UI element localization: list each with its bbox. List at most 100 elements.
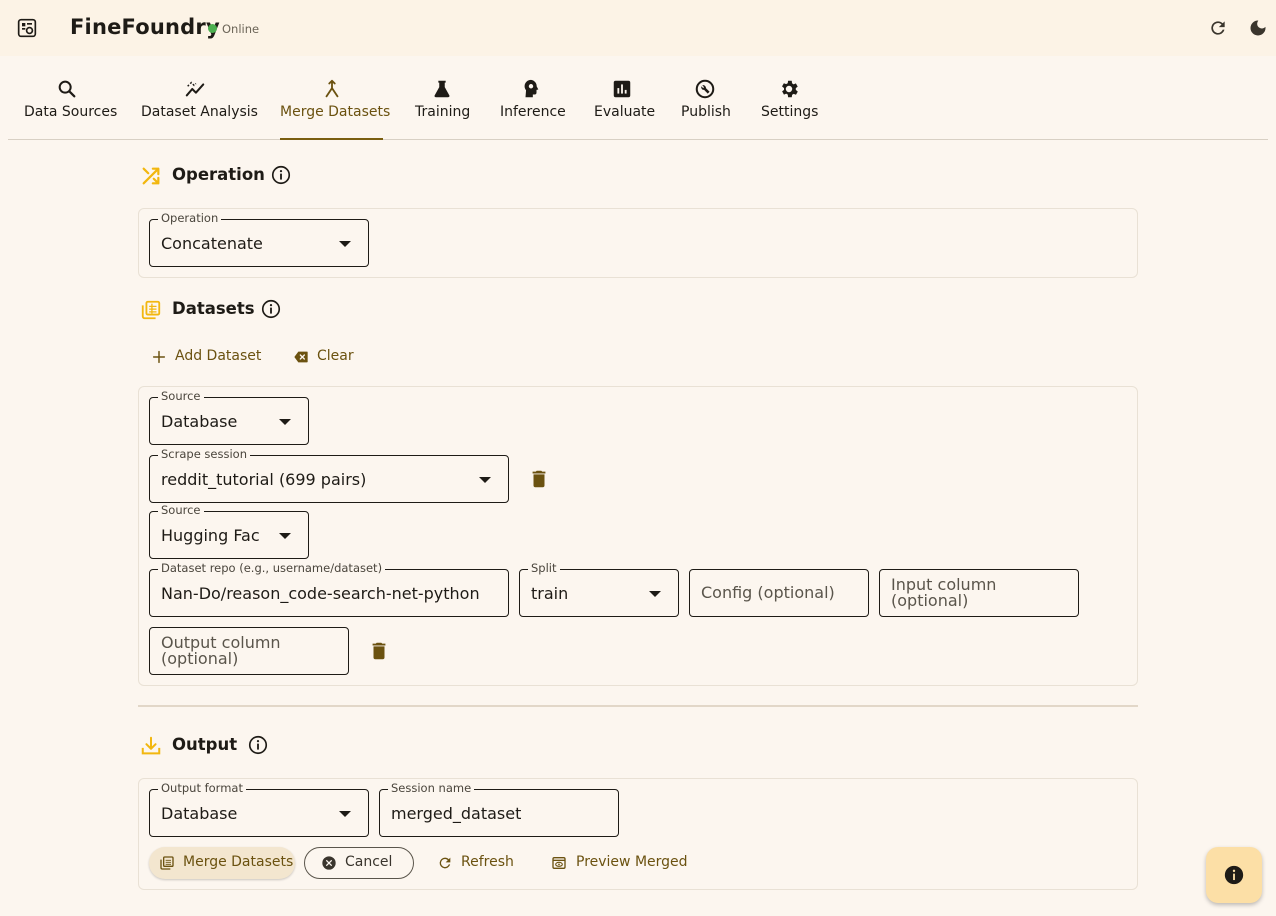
tab-merge-datasets[interactable]: Merge Datasets	[280, 78, 391, 140]
status-text: Online	[222, 22, 260, 36]
dataset-stack-icon	[160, 856, 174, 870]
dropdown-arrow-icon	[279, 533, 291, 539]
datasets-header: Datasets	[138, 297, 438, 323]
tab-publish[interactable]: Publish	[681, 78, 731, 140]
info-fab-button[interactable]	[1206, 847, 1262, 903]
field-label: Output format	[158, 781, 246, 795]
field-value: reddit_tutorial (699 pairs)	[161, 470, 367, 489]
analytics-icon	[185, 81, 204, 97]
split-select[interactable]: Split train	[519, 561, 679, 617]
output-column-input[interactable]: Output column (optional)	[149, 627, 349, 675]
gear-icon	[781, 80, 798, 98]
tab-data-sources[interactable]: Data Sources	[24, 78, 118, 140]
delete-icon[interactable]	[368, 640, 390, 662]
field-value: Concatenate	[161, 234, 263, 253]
field-value: Nan-Do/reason_code-search-net-python	[161, 584, 480, 603]
info-icon[interactable]	[270, 164, 292, 186]
tab-label: Inference	[500, 104, 566, 120]
info-icon	[1224, 865, 1244, 885]
source-select[interactable]: Source Hugging Face	[149, 503, 309, 559]
info-icon[interactable]	[260, 298, 282, 320]
tab-label: Merge Datasets	[280, 104, 391, 120]
field-value: merged_dataset	[391, 804, 522, 823]
placeholder: Input column (optional)	[891, 575, 997, 610]
dataset-repo-input[interactable]: Dataset repo (e.g., username/dataset) Na…	[149, 561, 509, 617]
operation-select[interactable]: Operation Concatenate	[149, 211, 369, 267]
button-label: Preview Merged	[576, 854, 688, 870]
tab-label: Data Sources	[24, 104, 118, 120]
tab-settings[interactable]: Settings	[761, 78, 819, 140]
field-value: Hugging Face	[161, 526, 259, 545]
tab-training[interactable]: Training	[415, 78, 470, 140]
bar-chart-icon	[613, 80, 630, 98]
preview-icon	[552, 857, 566, 869]
shuffle-icon	[142, 167, 160, 185]
merge-datasets-button[interactable]: Merge Datasets	[149, 847, 295, 879]
section-title: Datasets	[172, 299, 255, 318]
dropdown-arrow-icon	[479, 477, 491, 483]
cancel-icon	[322, 856, 336, 870]
field-label: Operation	[158, 211, 222, 225]
placeholder: Output column (optional)	[161, 633, 281, 668]
placeholder: Config (optional)	[701, 583, 835, 602]
delete-icon[interactable]	[528, 468, 550, 490]
field-label: Scrape session	[158, 447, 250, 461]
button-label: Merge Datasets	[183, 854, 294, 870]
cancel-button[interactable]: Cancel	[304, 847, 414, 879]
info-icon[interactable]	[247, 734, 269, 756]
output-panel: Output format Database Session name merg…	[138, 778, 1138, 890]
clear-button[interactable]: Clear	[293, 342, 357, 372]
source-select[interactable]: Source Database	[149, 389, 309, 445]
dropdown-arrow-icon	[279, 419, 291, 425]
section-title: Output	[172, 735, 238, 754]
tab-inference[interactable]: Inference	[500, 78, 566, 140]
session-name-input[interactable]: Session name merged_dataset	[379, 781, 619, 837]
flask-icon	[434, 80, 449, 98]
publish-icon	[695, 79, 715, 99]
tab-label: Publish	[681, 104, 731, 120]
field-label: Dataset repo (e.g., username/dataset)	[158, 561, 386, 575]
button-label: Clear	[317, 348, 354, 364]
tab-label: Dataset Analysis	[141, 104, 258, 120]
add-dataset-button[interactable]: Add Dataset	[151, 342, 261, 372]
field-label: Split	[528, 561, 560, 575]
field-label: Session name	[388, 781, 475, 795]
button-label: Add Dataset	[175, 348, 262, 364]
dark-mode-icon[interactable]	[1248, 18, 1268, 38]
search-icon	[58, 80, 75, 98]
tab-dataset-analysis[interactable]: Dataset Analysis	[141, 78, 258, 140]
field-value: train	[531, 584, 569, 603]
plus-icon	[152, 350, 166, 364]
operation-header: Operation	[138, 163, 438, 189]
tab-label: Settings	[761, 104, 819, 120]
dataset-stack-icon	[141, 300, 161, 320]
status-indicator	[208, 24, 217, 33]
dropdown-arrow-icon	[339, 811, 351, 817]
tab-evaluate[interactable]: Evaluate	[594, 78, 656, 140]
output-format-select[interactable]: Output format Database	[149, 781, 369, 837]
app-title: FineFoundry	[70, 15, 220, 39]
output-header: Output	[138, 733, 438, 759]
dropdown-arrow-icon	[339, 241, 351, 247]
merge-icon	[325, 79, 338, 98]
main-tabs: Data Sources Dataset Analysis Merge Data…	[8, 56, 1268, 140]
field-value: Database	[161, 412, 238, 431]
app-bar: FineFoundry Online	[0, 0, 1276, 56]
tab-label: Evaluate	[594, 104, 656, 120]
scrape-session-select[interactable]: Scrape session reddit_tutorial (699 pair…	[149, 447, 509, 503]
section-title: Operation	[172, 165, 265, 184]
button-label: Cancel	[345, 854, 393, 870]
button-label: Refresh	[461, 854, 514, 870]
field-label: Source	[158, 389, 204, 403]
preview-merged-button[interactable]: Preview Merged	[551, 847, 696, 879]
config-input[interactable]: Config (optional)	[689, 569, 869, 617]
download-icon	[141, 736, 161, 755]
input-column-input[interactable]: Input column (optional)	[879, 569, 1079, 617]
refresh-button[interactable]: Refresh	[435, 847, 525, 879]
refresh-icon	[439, 857, 451, 869]
field-value: Database	[161, 804, 238, 823]
dropdown-arrow-icon	[649, 591, 661, 597]
psychology-icon	[524, 79, 539, 98]
refresh-icon[interactable]	[1208, 18, 1228, 38]
backspace-icon	[294, 351, 308, 363]
